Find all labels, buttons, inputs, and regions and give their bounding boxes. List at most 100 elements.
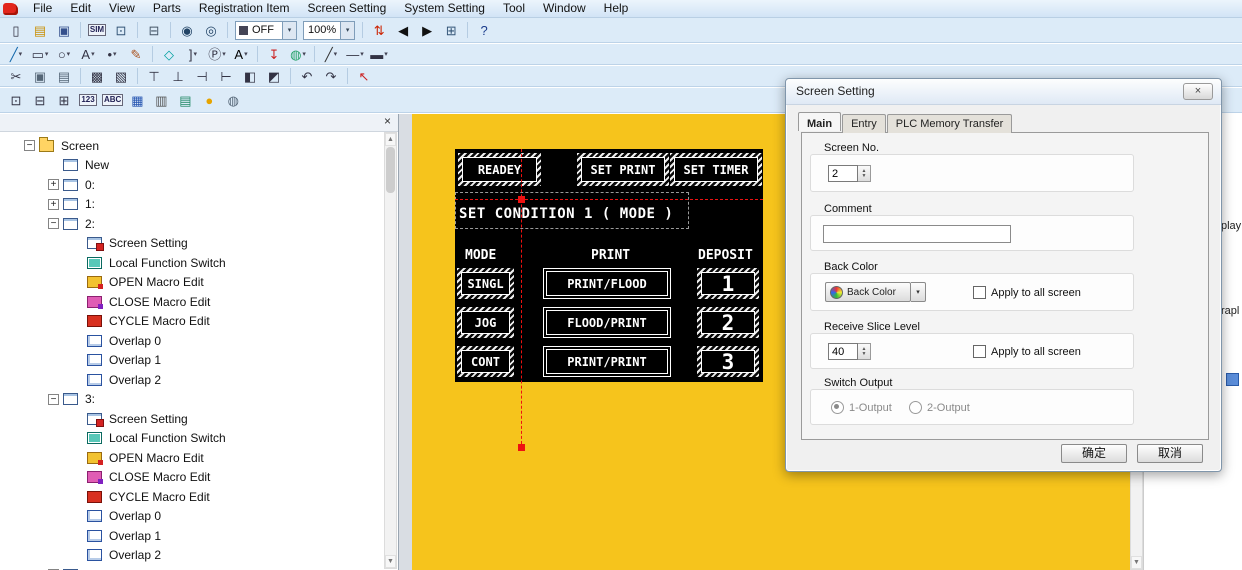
open-file-icon[interactable]: ▤ <box>29 20 51 40</box>
tree-item-overlap-0[interactable]: Overlap 0 <box>0 331 384 351</box>
switch-order-icon[interactable]: ⇅ <box>368 20 390 40</box>
tree-expander[interactable]: − <box>48 218 59 230</box>
zoom-level-combo[interactable]: 100% ▾ <box>303 20 356 40</box>
tree-item-1[interactable]: +1: <box>0 195 384 215</box>
tree-item-cycle-macro-edit[interactable]: CYCLE Macro Edit <box>0 312 384 332</box>
tree-item-local-function-switch[interactable]: Local Function Switch <box>0 429 384 449</box>
tab-entry[interactable]: Entry <box>842 114 886 133</box>
save-icon[interactable]: ▣ <box>53 20 75 40</box>
palette-tool-icon[interactable]: ◍ ▾ <box>287 44 309 64</box>
hmi-lamp-flood-print[interactable]: FLOOD/PRINT <box>543 307 671 338</box>
radio-1-output[interactable]: 1-Output <box>831 401 892 414</box>
tree-panel-header[interactable]: × <box>0 114 398 132</box>
tab-main[interactable]: Main <box>798 112 842 131</box>
bracket-tool-icon[interactable]: ] ▾ <box>182 44 204 64</box>
menu-item-registration-item[interactable]: Registration Item <box>190 0 299 17</box>
numeric-display-icon[interactable]: 123 <box>77 90 99 110</box>
next-screen-icon[interactable]: ▶ <box>416 20 438 40</box>
tree-item-cycle-macro-edit[interactable]: CYCLE Macro Edit <box>0 487 384 507</box>
group-icon[interactable]: ▩ <box>86 66 108 86</box>
video-display-icon[interactable]: ▥ <box>150 90 172 110</box>
prev-screen-icon[interactable]: ◀ <box>392 20 414 40</box>
tree-item-screen-setting[interactable]: Screen Setting <box>0 234 384 254</box>
panel-splitter[interactable] <box>399 114 412 570</box>
overlap-library-icon[interactable]: ⊞ <box>53 90 75 110</box>
tree-item-open-macro-edit[interactable]: OPEN Macro Edit <box>0 448 384 468</box>
display-mode-combo[interactable]: OFF ▾ <box>235 20 297 40</box>
menu-item-screen-setting[interactable]: Screen Setting <box>299 0 396 17</box>
screen-list-icon[interactable]: ⊞ <box>440 20 462 40</box>
align-left-icon[interactable]: ⊣ <box>191 66 213 86</box>
hmi-switch-set-timer[interactable]: SET TIMER <box>670 153 762 186</box>
panel-close-button[interactable]: × <box>380 115 395 129</box>
menu-item-view[interactable]: View <box>100 0 144 17</box>
ungroup-icon[interactable]: ▧ <box>110 66 132 86</box>
new-file-icon[interactable]: ▯ <box>5 20 27 40</box>
ok-button[interactable]: 确定 <box>1061 444 1127 463</box>
mirror-horizontal-icon[interactable]: ◧ <box>239 66 261 86</box>
thick-line-tool-icon[interactable]: ▬ ▾ <box>368 44 390 64</box>
screen-no-input[interactable] <box>828 165 858 182</box>
hmi-switch-set-print[interactable]: SET PRINT <box>577 153 669 186</box>
align-bottom-icon[interactable]: ⊥ <box>167 66 189 86</box>
screen-capture-icon[interactable]: ⊡ <box>110 20 132 40</box>
scroll-down-icon[interactable]: ▼ <box>1131 556 1142 569</box>
zoom-fit-icon[interactable]: ◎ <box>200 20 222 40</box>
menu-item-help[interactable]: Help <box>595 0 638 17</box>
dialog-titlebar[interactable]: Screen Setting × <box>786 79 1221 105</box>
radio-2-output[interactable]: 2-Output <box>909 401 970 414</box>
hmi-lamp-print-print[interactable]: PRINT/PRINT <box>543 346 671 377</box>
hmi-numeric-display-3[interactable]: 3 <box>697 346 759 377</box>
cancel-button[interactable]: 取消 <box>1137 444 1203 463</box>
part-place-tool-icon[interactable]: Ⓟ ▾ <box>206 44 228 64</box>
menu-item-file[interactable]: File <box>24 0 61 17</box>
hmi-switch-cont[interactable]: CONT <box>457 346 514 377</box>
cut-icon[interactable]: ✂ <box>5 66 27 86</box>
redo-icon[interactable]: ↷ <box>320 66 342 86</box>
zoom-in-icon[interactable]: ◉ <box>176 20 198 40</box>
align-right-icon[interactable]: ⊢ <box>215 66 237 86</box>
tree-item-0[interactable]: +0: <box>0 175 384 195</box>
dot-tool-icon[interactable]: • ▾ <box>101 44 123 64</box>
tree-item-overlap-2[interactable]: Overlap 2 <box>0 370 384 390</box>
dialog-close-button[interactable]: × <box>1183 83 1213 100</box>
undo-icon[interactable]: ↶ <box>296 66 318 86</box>
tree-item-overlap-0[interactable]: Overlap 0 <box>0 507 384 527</box>
hmi-screen[interactable]: SET CONDITION 1 ( MODE ) READEY SET PRINT… <box>455 149 763 382</box>
text-style-tool-icon[interactable]: A ▾ <box>230 44 252 64</box>
back-color-button[interactable]: Back Color <box>825 282 911 302</box>
apply-all-screen-checkbox[interactable]: Apply to all screen <box>973 286 1081 299</box>
tree-item-2[interactable]: − 2: <box>0 214 384 234</box>
menu-item-system-setting[interactable]: System Setting <box>395 0 494 17</box>
tree-expander[interactable]: + <box>48 179 59 191</box>
tree-item-overlap-2[interactable]: Overlap 2 <box>0 546 384 566</box>
hmi-switch-jog[interactable]: JOG <box>457 307 514 338</box>
menu-item-tool[interactable]: Tool <box>494 0 534 17</box>
tree-item-close-macro-edit[interactable]: CLOSE Macro Edit <box>0 292 384 312</box>
tree-expander[interactable]: − <box>24 140 35 152</box>
screen-no-spinner[interactable]: ▲ ▼ <box>858 165 871 182</box>
tree-item-overlap-1[interactable]: Overlap 1 <box>0 351 384 371</box>
scroll-thumb[interactable] <box>386 147 395 193</box>
selection-handle[interactable] <box>518 444 525 451</box>
tree-item-close-macro-edit[interactable]: CLOSE Macro Edit <box>0 468 384 488</box>
tree-item-4[interactable]: +4: <box>0 565 384 570</box>
network-icon[interactable]: ◍ <box>222 90 244 110</box>
tree-item-screen-setting[interactable]: Screen Setting <box>0 409 384 429</box>
tab-plc-memory-transfer[interactable]: PLC Memory Transfer <box>886 114 1013 133</box>
line-tool-icon[interactable]: ╱ ▾ <box>5 44 27 64</box>
tree-item-3[interactable]: − 3: <box>0 390 384 410</box>
print-icon[interactable]: ⊟ <box>143 20 165 40</box>
layer-edit-icon[interactable]: ⊡ <box>5 90 27 110</box>
hmi-numeric-display-2[interactable]: 2 <box>697 307 759 338</box>
tree-item-overlap-1[interactable]: Overlap 1 <box>0 526 384 546</box>
paste-icon[interactable]: ▤ <box>53 66 75 86</box>
alarm-bell-icon[interactable]: ● <box>198 90 220 110</box>
back-color-dropdown-button[interactable]: ▾ <box>911 282 926 302</box>
transform-tool-icon[interactable]: ◇ <box>158 44 180 64</box>
tree-scrollbar[interactable]: ▲ ▼ <box>384 132 397 569</box>
align-top-icon[interactable]: ⊤ <box>143 66 165 86</box>
copy-icon[interactable]: ▣ <box>29 66 51 86</box>
hmi-switch-readey[interactable]: READEY <box>458 153 541 186</box>
tree-expander[interactable]: − <box>48 393 59 405</box>
